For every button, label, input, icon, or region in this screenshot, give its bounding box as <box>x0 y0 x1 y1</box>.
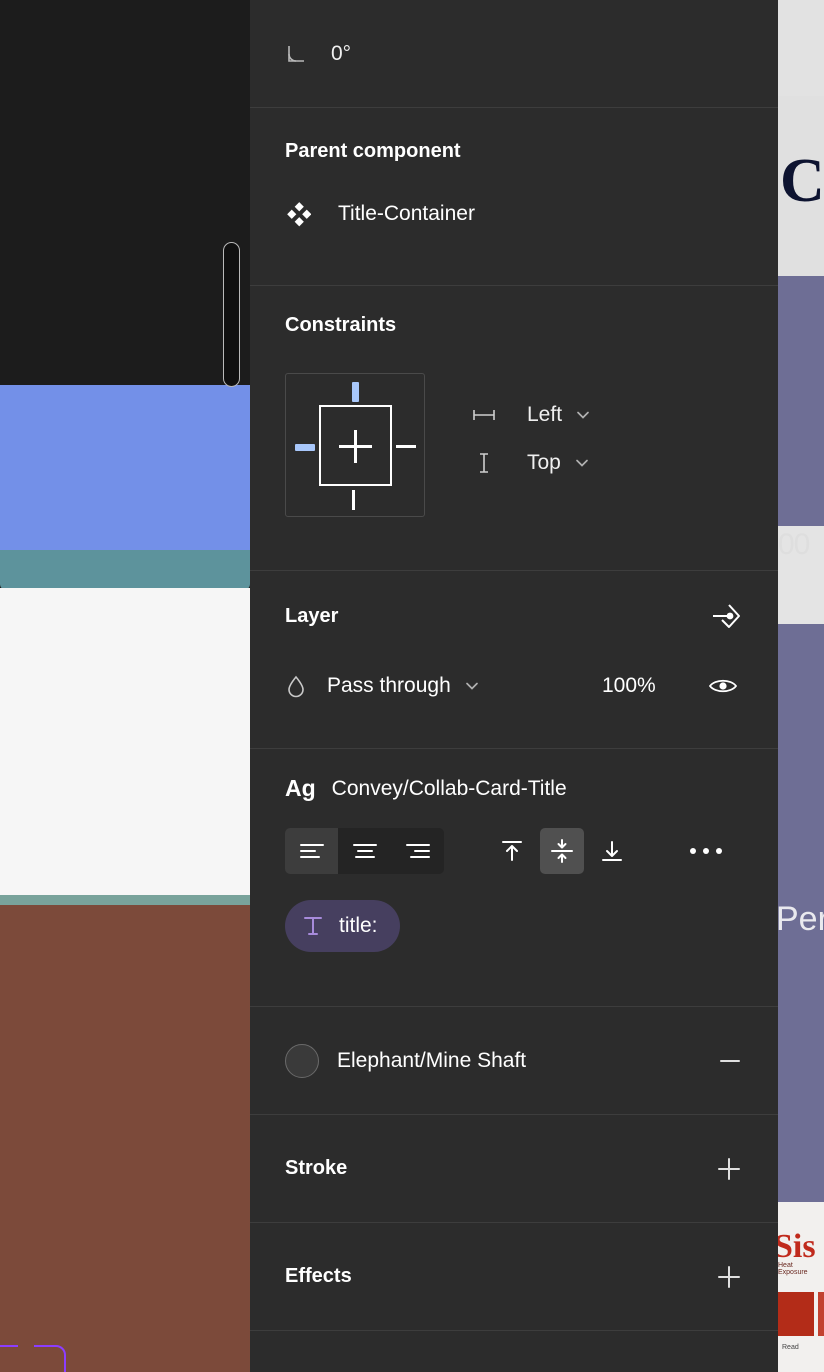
apply-to-diamond-icon[interactable] <box>709 599 743 633</box>
text-align-group <box>285 828 444 874</box>
vertical-align-group <box>490 828 634 874</box>
align-center-button[interactable] <box>338 828 391 874</box>
plus-icon[interactable] <box>715 1263 743 1291</box>
minus-icon[interactable] <box>717 1048 743 1074</box>
edge-band-3 <box>778 276 824 526</box>
droplet-icon[interactable] <box>285 673 307 699</box>
constraints-fields: Left Top <box>471 373 592 487</box>
edge-red-box <box>778 1292 814 1336</box>
text-more-options-button[interactable] <box>690 848 722 854</box>
align-right-button[interactable] <box>391 828 444 874</box>
vertical-constraint-dropdown[interactable]: Top <box>471 439 592 487</box>
text-property-chip[interactable]: title: <box>285 900 400 952</box>
opacity-value[interactable]: 100% <box>602 674 656 698</box>
vertical-constraint-value: Top <box>527 451 561 474</box>
constraint-marker-left[interactable] <box>295 444 315 451</box>
secondary-canvas-preview[interactable]: C 00 Per Sis Heat Exposure Read <box>778 0 824 1372</box>
layer-header: Layer <box>285 599 778 633</box>
parent-component-name[interactable]: Title-Container <box>338 202 475 226</box>
layer-controls-row: Pass through 100% <box>285 673 778 699</box>
vertical-constraint-icon <box>471 450 497 476</box>
edge-letter: C <box>780 147 824 215</box>
plus-icon[interactable] <box>715 1155 743 1183</box>
layer-section: Layer Pass through 100% <box>250 571 778 749</box>
text-property-icon <box>301 913 325 939</box>
chevron-down-icon <box>573 454 591 472</box>
eye-icon[interactable] <box>708 675 738 697</box>
text-style-icon: Ag <box>285 775 316 801</box>
chevron-down-icon <box>574 406 592 424</box>
parent-component-row[interactable]: Title-Container <box>285 201 778 227</box>
fill-color-swatch[interactable] <box>285 1043 319 1078</box>
export-section: Export <box>250 1331 778 1372</box>
blend-mode-value[interactable]: Pass through <box>327 674 451 698</box>
rotation-section: 0° <box>250 0 778 108</box>
constraints-widget[interactable] <box>285 373 425 517</box>
fill-color-name[interactable]: Elephant/Mine Shaft <box>337 1049 526 1073</box>
stroke-section: Stroke <box>250 1115 778 1223</box>
text-section: Ag Convey/Collab-Card-Title title: <box>250 749 778 1007</box>
constraints-section: Constraints Left Top <box>250 286 778 571</box>
stroke-title: Stroke <box>285 1157 348 1179</box>
canvas-brown-card[interactable] <box>0 905 250 1372</box>
constraint-marker-right[interactable] <box>396 445 416 448</box>
effects-title: Effects <box>285 1265 352 1287</box>
constraint-marker-top[interactable] <box>352 382 359 402</box>
canvas-blue-card[interactable] <box>0 385 250 550</box>
edge-red-label: Read <box>782 1344 799 1351</box>
canvas-teal-strip[interactable] <box>0 550 250 590</box>
chevron-down-icon[interactable] <box>463 677 481 695</box>
edge-brand-sub: Heat Exposure <box>778 1262 808 1276</box>
align-top-button[interactable] <box>490 828 534 874</box>
layer-title: Layer <box>285 604 339 627</box>
align-left-button[interactable] <box>285 828 338 874</box>
constraint-marker-bottom[interactable] <box>352 490 355 510</box>
fill-section: Elephant/Mine Shaft <box>250 1007 778 1115</box>
rotation-value[interactable]: 0° <box>331 42 351 66</box>
parent-component-section: Parent component Title-Container <box>250 108 778 286</box>
edge-band-1 <box>778 0 824 96</box>
align-bottom-button[interactable] <box>590 828 634 874</box>
text-style-row[interactable]: Ag Convey/Collab-Card-Title <box>285 775 778 802</box>
alignment-row <box>285 828 778 874</box>
selection-outline-gap <box>18 1343 34 1350</box>
effects-section: Effects <box>250 1223 778 1331</box>
text-property-chip-label: title: <box>339 914 378 937</box>
constraints-plus-vertical <box>354 430 357 463</box>
component-diamond-icon <box>285 201 311 227</box>
design-canvas[interactable] <box>0 0 250 1372</box>
horizontal-constraint-dropdown[interactable]: Left <box>471 391 592 439</box>
parent-component-title: Parent component <box>285 140 461 162</box>
edge-brand: Sis <box>778 1228 816 1265</box>
edge-red-bar <box>818 1292 824 1336</box>
angle-icon <box>285 43 307 65</box>
constraints-body: Left Top <box>285 373 778 517</box>
horizontal-constraint-value: Left <box>527 403 563 426</box>
app-root: C 00 Per Sis Heat Exposure Read 0° Paren… <box>0 0 824 1372</box>
edge-word: Per <box>778 900 824 938</box>
properties-panel: 0° Parent component Title-Container Cons… <box>250 0 778 1372</box>
horizontal-constraint-icon <box>471 405 497 425</box>
text-style-name[interactable]: Convey/Collab-Card-Title <box>332 777 567 801</box>
constraints-title: Constraints <box>285 314 397 336</box>
canvas-scrollbar[interactable] <box>223 242 240 387</box>
align-middle-button[interactable] <box>540 828 584 874</box>
edge-number: 00 <box>778 528 810 561</box>
canvas-white-card[interactable] <box>0 588 250 895</box>
